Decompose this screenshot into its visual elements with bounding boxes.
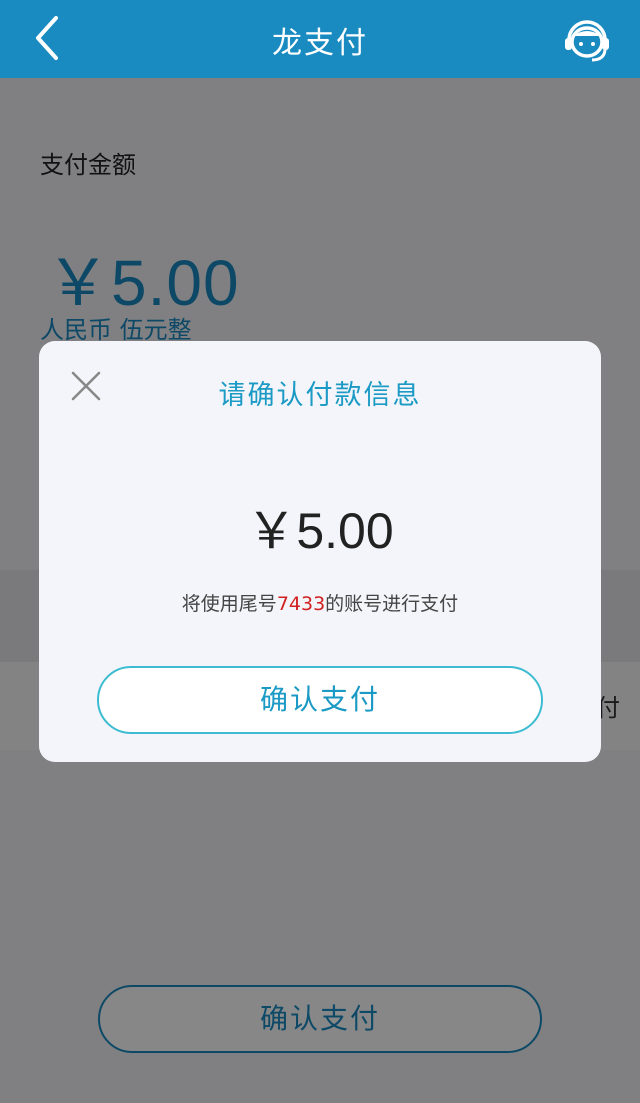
customer-service-icon[interactable] <box>560 12 614 66</box>
navbar: 龙支付 <box>0 0 640 78</box>
dialog-amount: ￥5.00 <box>246 503 394 559</box>
dialog-title: 请确认付款信息 <box>218 380 422 411</box>
account-info-prefix: 将使用尾号 <box>181 593 277 615</box>
confirm-payment-dialog: 请确认付款信息 ￥5.00 将使用尾号7433的账号进行支付 确认支付 <box>39 341 601 762</box>
confirm-pay-button[interactable]: 确认支付 <box>97 666 543 734</box>
account-info-suffix: 的账号进行支付 <box>325 593 459 615</box>
card-tail-number: 7433 <box>276 593 326 615</box>
account-info: 将使用尾号7433的账号进行支付 <box>39 589 601 616</box>
page-title: 龙支付 <box>272 26 368 61</box>
